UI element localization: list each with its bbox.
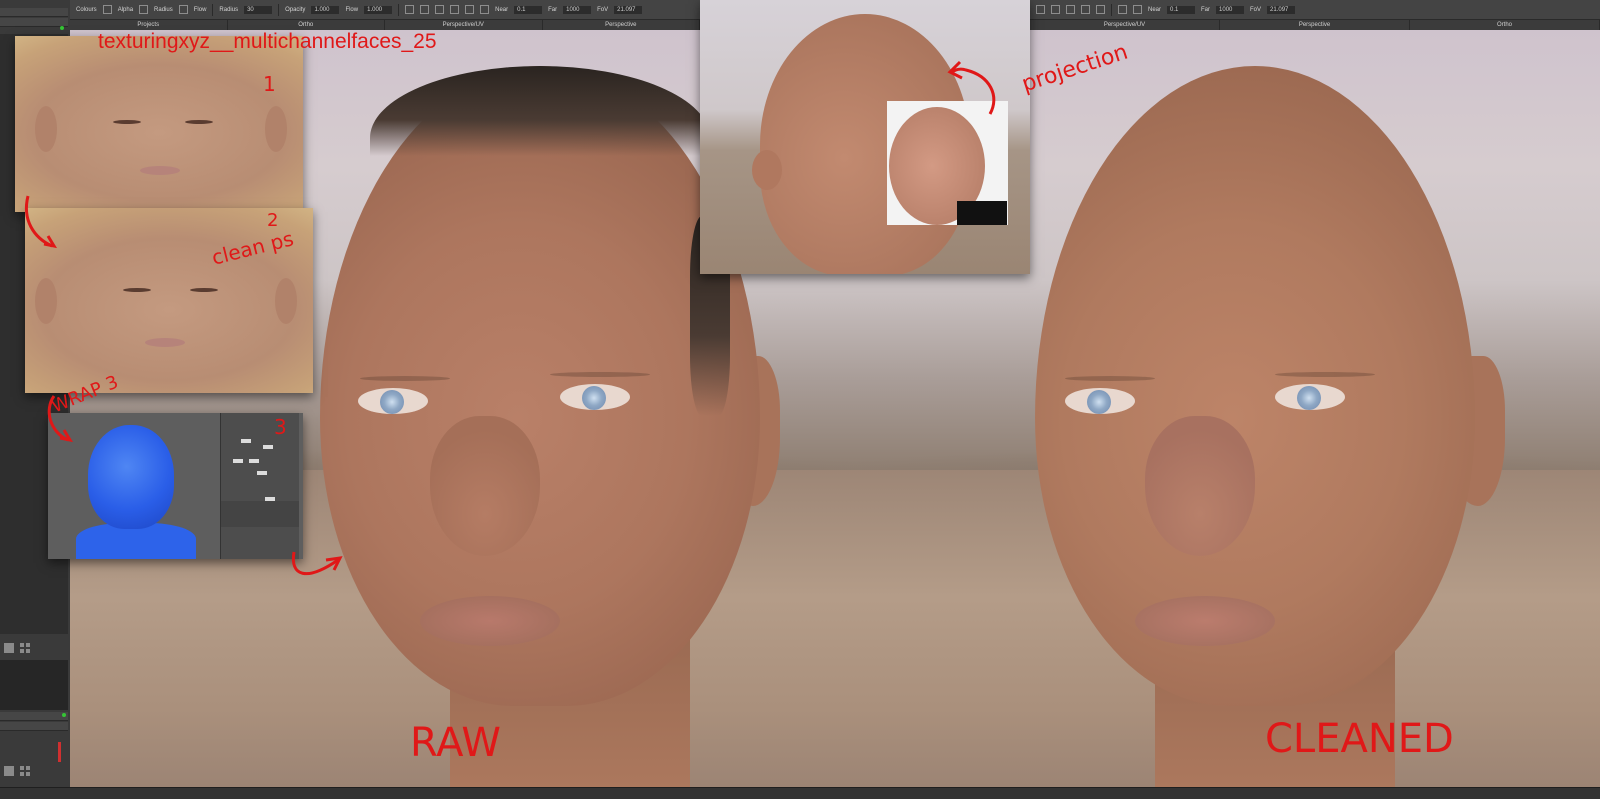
status-bar [0, 787, 1600, 799]
annotation-arrows [25, 60, 996, 576]
arrow-3-to-raw [291, 551, 339, 576]
